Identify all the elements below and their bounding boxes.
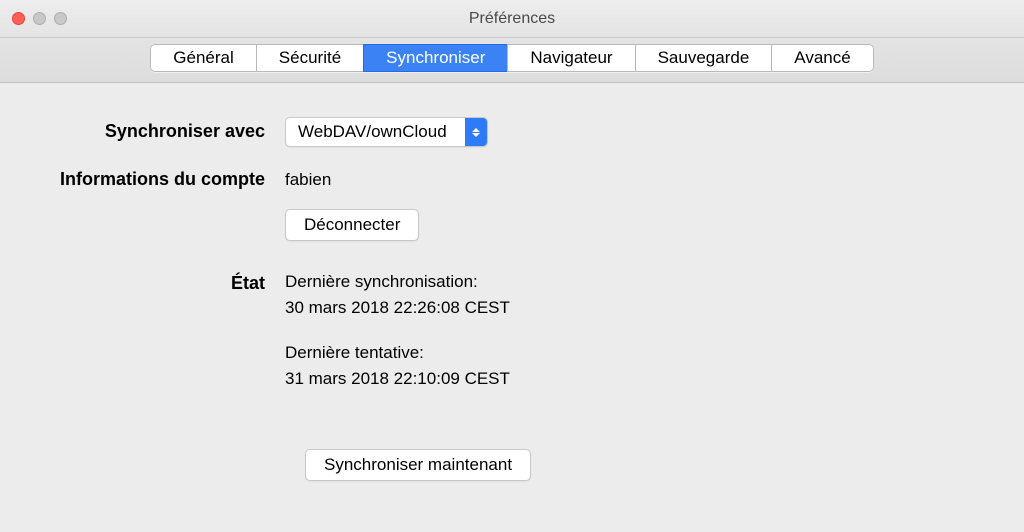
tab-security[interactable]: Sécurité [256,44,363,72]
last-attempt-label: Dernière tentative: [285,340,994,366]
content-pane: Synchroniser avec WebDAV/ownCloud Inform… [0,83,1024,481]
row-sync-with: Synchroniser avec WebDAV/ownCloud [30,117,994,147]
window-minimize-button[interactable] [33,12,46,25]
tab-general[interactable]: Général [150,44,255,72]
row-status: État Dernière synchronisation: 30 mars 2… [30,269,994,391]
last-attempt-value: 31 mars 2018 22:10:09 CEST [285,366,994,392]
window-titlebar: Préférences [0,0,1024,38]
row-sync-now: Synchroniser maintenant [305,449,994,481]
row-account-info: Informations du compte fabien Déconnecte… [30,165,994,241]
select-stepper-icon [465,118,487,146]
disconnect-button[interactable]: Déconnecter [285,209,419,241]
last-sync-value: 30 mars 2018 22:26:08 CEST [285,295,994,321]
window-zoom-button[interactable] [54,12,67,25]
sync-with-label: Synchroniser avec [30,117,285,142]
tab-segmented-control: Général Sécurité Synchroniser Navigateur… [150,44,873,72]
status-label: État [30,269,285,294]
window-close-button[interactable] [12,12,25,25]
sync-with-select[interactable]: WebDAV/ownCloud [285,117,488,147]
tab-backup[interactable]: Sauvegarde [635,44,772,72]
tab-synchronize[interactable]: Synchroniser [363,44,507,72]
status-block: Dernière synchronisation: 30 mars 2018 2… [285,269,994,391]
tab-browser[interactable]: Navigateur [507,44,634,72]
toolbar: Général Sécurité Synchroniser Navigateur… [0,38,1024,83]
traffic-lights [0,12,67,25]
last-sync-label: Dernière synchronisation: [285,269,994,295]
sync-now-button[interactable]: Synchroniser maintenant [305,449,531,481]
account-info-label: Informations du compte [30,165,285,190]
tab-advanced[interactable]: Avancé [771,44,873,72]
sync-with-value: WebDAV/ownCloud [298,122,465,142]
window-title: Préférences [0,10,1024,28]
account-username: fabien [285,165,994,195]
